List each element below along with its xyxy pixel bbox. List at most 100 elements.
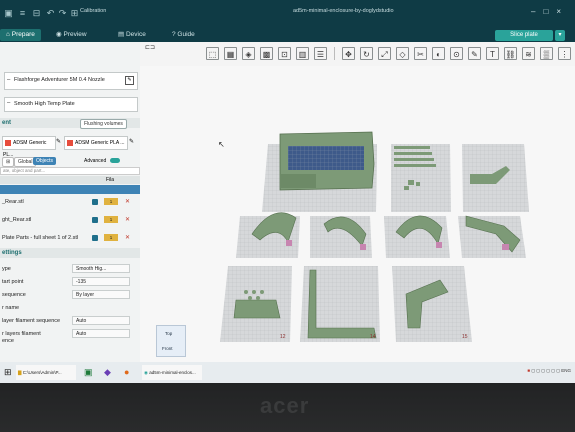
object-row[interactable]: ght_Rear.stl 1 ✕: [0, 214, 140, 225]
setting-value[interactable]: Auto: [72, 316, 130, 325]
color-paint-icon[interactable]: ▒: [540, 47, 553, 60]
window-controls[interactable]: –□×: [531, 7, 569, 16]
plate-1[interactable]: [262, 131, 377, 212]
plate-2[interactable]: [391, 144, 451, 212]
undo-icon[interactable]: ↶: [46, 9, 55, 18]
arrange-icon[interactable]: ▩: [260, 47, 273, 60]
firefox-icon[interactable]: ●: [124, 365, 129, 380]
delete-icon[interactable]: ✕: [125, 235, 131, 241]
rotate-icon[interactable]: ↻: [360, 47, 373, 60]
setting-value[interactable]: By layer: [72, 290, 130, 299]
view-cube[interactable]: Top Front: [156, 325, 186, 357]
tab-guide[interactable]: ? Guide: [166, 29, 201, 41]
filament-number[interactable]: 1: [104, 216, 118, 223]
tab-preview[interactable]: ◉ Preview: [50, 29, 93, 41]
object-row[interactable]: Plate Parts - full sheet 1 of 2.stl 1 ✕: [0, 232, 140, 243]
mode-icon[interactable]: ⊞: [2, 157, 15, 167]
view-cube-top[interactable]: Top: [165, 331, 172, 336]
redo-icon[interactable]: ↷: [58, 9, 67, 18]
object-row-selected[interactable]: [0, 185, 140, 194]
plate-5[interactable]: [310, 216, 372, 258]
object-row[interactable]: _Rear.stl 1 ✕: [0, 196, 140, 207]
move-icon[interactable]: ✥: [342, 47, 355, 60]
plate-7[interactable]: [458, 215, 526, 258]
visibility-checkbox[interactable]: [92, 217, 98, 223]
edit-icon[interactable]: ✎: [56, 138, 61, 145]
plate-4[interactable]: [236, 212, 300, 258]
filament-color-swatch[interactable]: [67, 139, 73, 146]
filament-number[interactable]: 1: [104, 198, 118, 205]
scale-icon[interactable]: ⤢: [378, 47, 391, 60]
plate-12[interactable]: 12: [220, 266, 292, 342]
visibility-checkbox[interactable]: [92, 235, 98, 241]
taskbar-app[interactable]: ◉ ad5m-minimal-enclos...: [142, 365, 202, 380]
window-title: ad5m-minimal-enclosure-by-doglydstudio: [293, 8, 394, 14]
mouse-cursor-icon: ↖: [218, 140, 225, 149]
tab-prepare[interactable]: ⌂ Prepare: [0, 29, 41, 41]
system-tray[interactable]: ■ ◻ ◻ ◻ ◻ ◻ ◻ ENG: [527, 368, 571, 374]
taskbar-explorer[interactable]: ▇ C:\Users\Admin\P...: [16, 365, 76, 380]
3d-viewport[interactable]: 12 14 15: [140, 66, 575, 362]
advanced-toggle[interactable]: [110, 158, 120, 163]
boolean-icon[interactable]: ◐: [432, 47, 445, 60]
view-menu-icon[interactable]: ⋮: [558, 47, 571, 60]
plate-type-selector[interactable]: – Smooth High Temp Plate: [4, 97, 138, 112]
excel-icon[interactable]: ▣: [84, 365, 93, 380]
view-cube-front[interactable]: Front: [162, 346, 173, 351]
delete-icon[interactable]: ✕: [125, 217, 131, 223]
visibility-checkbox[interactable]: [92, 199, 98, 205]
grid-icon[interactable]: ▦: [224, 47, 237, 60]
settings-section-header: ettings: [0, 248, 140, 258]
support-paint-icon[interactable]: ✎: [468, 47, 481, 60]
setting-value[interactable]: Smooth Hig...: [72, 264, 130, 273]
cut-icon[interactable]: ✂: [414, 47, 427, 60]
add-cube-icon[interactable]: ⬚: [206, 47, 219, 60]
setting-label: r layers filament ence: [2, 331, 41, 344]
toolbar-divider: [334, 47, 335, 60]
edit-icon[interactable]: ✎: [129, 138, 134, 145]
save-icon[interactable]: ⊟: [32, 9, 41, 18]
plate-settings-icon[interactable]: ▥: [296, 47, 309, 60]
chevron-icon: –: [7, 100, 11, 106]
acer-logo: acer: [260, 393, 310, 418]
tab-device[interactable]: ▤ Device: [112, 29, 152, 41]
start-icon[interactable]: ⊞: [4, 365, 12, 380]
mode-objects-button[interactable]: Objects: [33, 157, 56, 165]
slice-plate-button[interactable]: Slice plate: [495, 30, 553, 41]
filament-slot-2[interactable]: ADSM Generic PLA ...: [64, 136, 128, 150]
delete-icon[interactable]: ✕: [125, 199, 131, 205]
visual-studio-icon[interactable]: ◆: [104, 365, 111, 380]
orient-icon[interactable]: ◈: [242, 47, 255, 60]
menu-icon[interactable]: ≡: [18, 9, 27, 18]
filament-color-swatch[interactable]: [5, 139, 11, 146]
object-name: _Rear.stl: [2, 199, 24, 205]
measure-icon[interactable]: ⊙: [450, 47, 463, 60]
filament-slot-1[interactable]: ADSM Generic PL...: [2, 136, 56, 158]
filament-section-header: ent Flushing volumes: [0, 118, 140, 129]
setting-value[interactable]: -135: [72, 277, 130, 286]
split-icon[interactable]: ⊡: [278, 47, 291, 60]
flushing-volumes-button[interactable]: Flushing volumes: [80, 119, 127, 129]
edit-icon[interactable]: ✎: [125, 76, 134, 85]
object-search-input[interactable]: ate, object and part...: [0, 167, 140, 175]
slice-dropdown-button[interactable]: ▾: [555, 30, 565, 41]
setting-row: ype Smooth Hig...: [0, 264, 140, 276]
filament-number[interactable]: 1: [104, 234, 118, 241]
setting-label: r name: [2, 305, 20, 311]
plate-6[interactable]: [384, 215, 450, 258]
collapse-panel-icon[interactable]: ⊏⊐: [145, 44, 155, 51]
printer-name: Flashforge Adventurer 5M 0.4 Nozzle: [14, 77, 105, 83]
setting-row: r layers filament ence Auto: [0, 329, 140, 349]
object-name: ght_Rear.stl: [2, 217, 32, 223]
object-mode-bar: ⊞ Global Objects Advanced: [0, 156, 140, 167]
setting-value[interactable]: Auto: [72, 329, 130, 338]
plate-14[interactable]: 14: [300, 266, 380, 342]
plate-15[interactable]: 15: [392, 266, 472, 342]
layers-icon[interactable]: ☰: [314, 47, 327, 60]
calibration-menu[interactable]: Calibration: [80, 8, 106, 14]
printer-selector[interactable]: – Flashforge Adventurer 5M 0.4 Nozzle ✎: [4, 72, 138, 90]
lay-on-face-icon[interactable]: ◇: [396, 47, 409, 60]
text-icon[interactable]: T: [486, 47, 499, 60]
assembly-icon[interactable]: ⛓: [504, 47, 517, 60]
seam-icon[interactable]: ≋: [522, 47, 535, 60]
